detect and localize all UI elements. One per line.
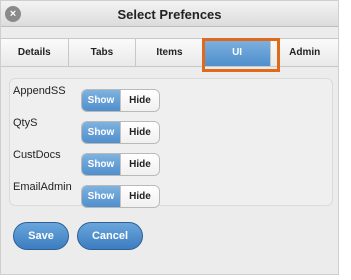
- row-label: QtyS: [13, 117, 38, 129]
- settings-panel: AppendSS Show Hide QtyS Show Hide CustDo…: [9, 78, 333, 208]
- cancel-button[interactable]: Cancel: [77, 222, 143, 250]
- tab-tabs[interactable]: Tabs: [68, 39, 137, 66]
- row-label: EmailAdmin: [13, 181, 72, 193]
- tab-details[interactable]: Details: [1, 39, 69, 66]
- dialog-title: Select Prefences: [117, 7, 222, 22]
- hide-button[interactable]: Hide: [120, 90, 159, 111]
- hide-button[interactable]: Hide: [120, 122, 159, 143]
- hide-button[interactable]: Hide: [120, 154, 159, 175]
- show-hide-toggle: Show Hide: [81, 121, 160, 144]
- tab-ui[interactable]: UI: [203, 39, 272, 66]
- row-custdocs: CustDocs Show Hide: [10, 147, 332, 176]
- row-emailadmin: EmailAdmin Show Hide: [10, 179, 332, 208]
- row-qtys: QtyS Show Hide: [10, 115, 332, 144]
- show-hide-toggle: Show Hide: [81, 153, 160, 176]
- tab-items[interactable]: Items: [136, 39, 204, 66]
- row-appendss: AppendSS Show Hide: [10, 83, 332, 112]
- show-button[interactable]: Show: [82, 90, 120, 111]
- show-button[interactable]: Show: [82, 122, 120, 143]
- show-button[interactable]: Show: [82, 154, 120, 175]
- show-hide-toggle: Show Hide: [81, 185, 160, 208]
- show-hide-toggle: Show Hide: [81, 89, 160, 112]
- row-label: AppendSS: [13, 85, 66, 97]
- title-bar: × Select Prefences: [1, 1, 338, 27]
- preferences-dialog: × Select Prefences Details Tabs Items UI…: [0, 0, 339, 275]
- tab-bar: Details Tabs Items UI Admin: [1, 38, 338, 67]
- hide-button[interactable]: Hide: [120, 186, 159, 207]
- show-button[interactable]: Show: [82, 186, 120, 207]
- save-button[interactable]: Save: [13, 222, 69, 250]
- tab-admin[interactable]: Admin: [271, 39, 338, 66]
- row-label: CustDocs: [13, 149, 61, 161]
